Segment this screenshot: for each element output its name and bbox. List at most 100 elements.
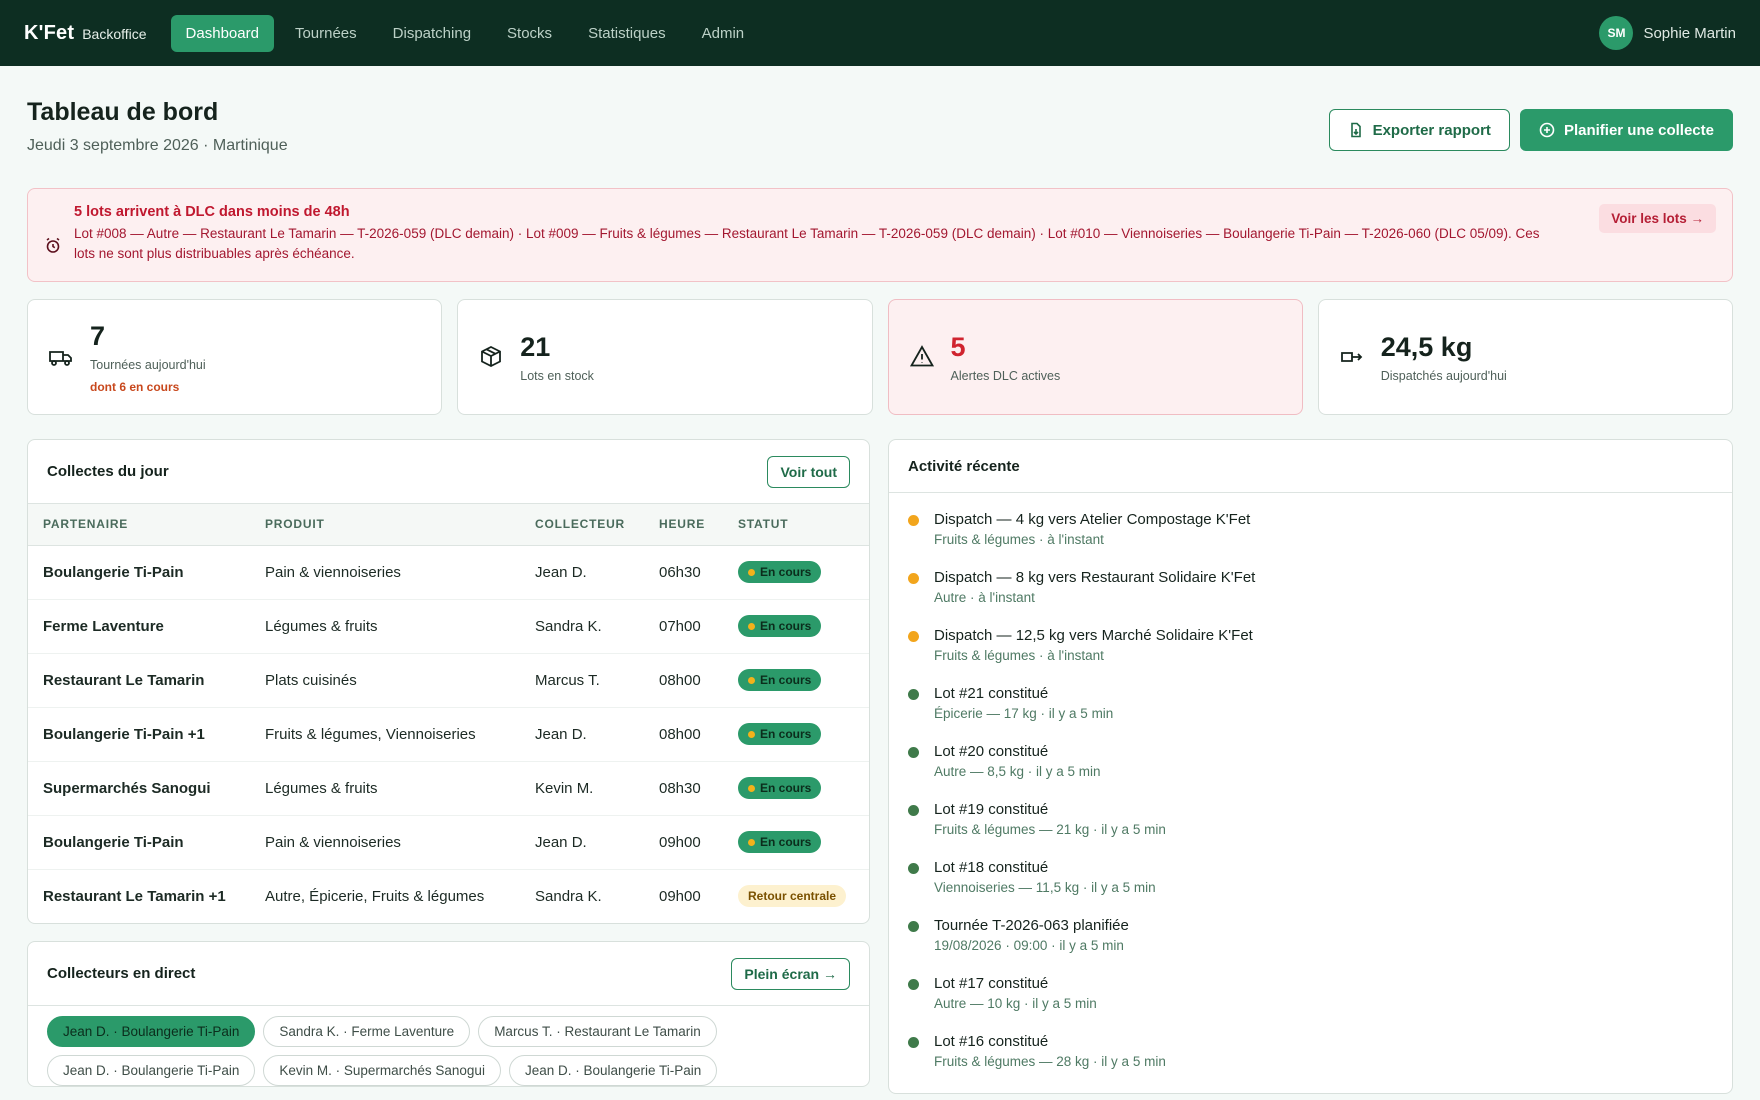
collector-chip[interactable]: Marcus T. · Restaurant Le Tamarin (478, 1016, 717, 1047)
see-all-button[interactable]: Voir tout (767, 455, 850, 488)
table-row[interactable]: Boulangerie Ti-Pain Pain & viennoiseries J… (28, 545, 869, 600)
column-header[interactable]: COLLECTEUR (520, 504, 644, 546)
activity-meta: Viennoiseries — 11,5 kg · il y a 5 min (934, 880, 1156, 895)
status-cell: En cours (723, 545, 869, 600)
brand[interactable]: K'Fet Backoffice (24, 22, 147, 45)
nav-admin[interactable]: Admin (687, 15, 760, 52)
activity-title-text: Lot #19 constitué (934, 801, 1049, 818)
alert-text: Lot #008 — Autre — Restaurant Le Tamarin… (74, 226, 1540, 261)
product-cell: Plats cuisinés (250, 653, 520, 708)
time-cell: 08h00 (644, 707, 723, 762)
page-header: Tableau de bord Jeudi 3 septembre 2026 ·… (27, 66, 1733, 181)
collector-cell: Jean D. (520, 815, 644, 870)
brand-subtitle: Backoffice (82, 25, 147, 42)
status-label: En cours (760, 673, 812, 687)
collector-cell: Kevin M. (520, 761, 644, 816)
kpi-value: 24,5 kg (1380, 331, 1473, 362)
status-dot (748, 730, 755, 738)
user-menu[interactable]: SM Sophie Martin (1599, 16, 1736, 50)
status-badge: En cours (738, 777, 822, 799)
activity-meta: Fruits & légumes — 21 kg · il y a 5 min (934, 822, 1166, 837)
table-row[interactable]: Supermarchés Sanogui Légumes & fruits Kevi… (28, 761, 869, 816)
activity-title-text: Dispatch — 4 kg vers Atelier Compostage … (934, 511, 1251, 528)
time-cell: 06h30 (644, 545, 723, 600)
activity-item[interactable]: Lot #20 constitué Autre — 8,5 kg · il y a… (908, 725, 1713, 783)
status-cell: En cours (723, 599, 869, 654)
activity-title: Activité récente (908, 457, 1020, 475)
kpi-label: Lots en stock (520, 368, 594, 383)
product-cell: Légumes & fruits (250, 761, 520, 816)
activity-item[interactable]: Dispatch — 4 kg vers Atelier Compostage … (908, 493, 1713, 551)
kpi-stock: 21 Lots en stock (457, 299, 873, 415)
activity-item[interactable]: Tournée T-2026-063 planifiée 19/08/2026 ·… (908, 899, 1713, 957)
activity-item[interactable]: Lot #19 constitué Fruits & légumes — 21 k… (908, 783, 1713, 841)
table-header-row: PARTENAIRE PRODUIT COLLECTEUR HEURE STAT… (28, 504, 869, 546)
partner-cell: Restaurant Le Tamarin (28, 653, 250, 708)
activity-title-text: Lot #17 constitué (934, 975, 1049, 992)
truck-icon (49, 351, 72, 366)
nav-tournees[interactable]: Tournées (280, 15, 372, 52)
collections-table: PARTENAIRE PRODUIT COLLECTEUR HEURE STAT… (28, 504, 869, 923)
collector-chip[interactable]: Jean D. · Boulangerie Ti-Pain (508, 1055, 718, 1086)
nav-dispatching[interactable]: Dispatching (378, 15, 486, 52)
live-collectors-title: Collecteurs en direct (47, 965, 196, 982)
dispatch-arrow-icon (1340, 352, 1363, 362)
time-cell: 09h00 (644, 815, 723, 870)
activity-item[interactable]: Lot #21 constitué Épicerie — 17 kg · il y… (908, 667, 1713, 725)
kpi-label: Tournées aujourd'hui (90, 357, 206, 372)
activity-item[interactable]: Lot #18 constitué Viennoiseries — 11,5 kg… (908, 841, 1713, 899)
collections-header: Collectes du jour Voir tout (28, 440, 869, 504)
activity-dot (908, 631, 919, 642)
collector-chip[interactable]: Sandra K. · Ferme Laventure (263, 1016, 471, 1047)
column-header[interactable]: PRODUIT (250, 504, 520, 546)
activity-title-text: Tournée T-2026-063 planifiée (934, 917, 1129, 934)
dlc-alert: 5 lots arrivent à DLC dans moins de 48h … (27, 188, 1733, 282)
collector-chip[interactable]: Jean D. · Boulangerie Ti-Pain (47, 1055, 256, 1086)
table-row[interactable]: Ferme Laventure Légumes & fruits Sandra K.… (28, 599, 869, 654)
nav-stocks[interactable]: Stocks (492, 15, 567, 52)
activity-item[interactable]: Lot #16 constitué Fruits & légumes — 28 k… (908, 1015, 1713, 1073)
column-header[interactable]: PARTENAIRE (28, 504, 250, 546)
status-badge: En cours (738, 831, 822, 853)
header-actions: Exporter rapport Planifier une collecte (1328, 109, 1733, 151)
avatar: SM (1599, 16, 1634, 50)
fullscreen-button[interactable]: Plein écran → (731, 957, 850, 990)
column-header[interactable]: HEURE (644, 504, 723, 546)
table-row[interactable]: Restaurant Le Tamarin Plats cuisinés Marcu… (28, 653, 869, 708)
status-dot (748, 676, 755, 684)
status-badge: En cours (738, 561, 822, 583)
kpi-dispatched: 24,5 kg Dispatchés aujourd'hui (1317, 299, 1733, 415)
live-collectors-card: Collecteurs en direct Plein écran → Jean… (27, 941, 870, 1087)
activity-item[interactable]: Lot #17 constitué Autre — 10 kg · il y a … (908, 957, 1713, 1015)
nav-dashboard[interactable]: Dashboard (170, 14, 274, 52)
status-label: Retour centrale (748, 889, 837, 904)
status-cell: En cours (723, 761, 869, 816)
partner-cell: Ferme Laventure (28, 599, 250, 654)
status-label: En cours (760, 619, 812, 633)
collector-chips: Jean D. · Boulangerie Ti-Pain Sandra K. ·… (28, 1006, 869, 1086)
table-row[interactable]: Boulangerie Ti-Pain Pain & viennoiseries J… (28, 815, 869, 870)
table-row[interactable]: Restaurant Le Tamarin +1 Autre, Épicerie,… (28, 869, 869, 923)
live-collectors-header: Collecteurs en direct Plein écran → (28, 942, 869, 1006)
nav-statistiques[interactable]: Statistiques (573, 15, 681, 52)
collections-title: Collectes du jour (47, 463, 169, 480)
collector-chip[interactable]: Jean D. · Boulangerie Ti-Pain (47, 1016, 256, 1047)
view-lots-button[interactable]: Voir les lots → (1599, 204, 1716, 233)
activity-title-text: Lot #20 constitué (934, 743, 1049, 760)
activity-dot (908, 863, 919, 874)
time-cell: 09h00 (659, 887, 701, 905)
activity-card: Activité récente Dispatch — 4 kg vers At… (888, 439, 1733, 1094)
status-label: En cours (760, 565, 812, 579)
table-row[interactable]: Boulangerie Ti-Pain +1 Fruits & légumes, … (28, 707, 869, 762)
plan-collection-label: Planifier une collecte (1563, 121, 1714, 139)
collector-chip[interactable]: Kevin M. · Supermarchés Sanogui (263, 1055, 501, 1086)
activity-dot (908, 805, 919, 816)
plan-collection-button[interactable]: Planifier une collecte (1519, 109, 1733, 151)
status-badge: En cours (738, 723, 822, 745)
column-header[interactable]: STATUT (723, 504, 869, 546)
collector-cell: Jean D. (520, 707, 644, 762)
activity-item[interactable]: Dispatch — 12,5 kg vers Marché Solidaire… (908, 609, 1713, 667)
export-report-button[interactable]: Exporter rapport (1328, 109, 1510, 151)
activity-item[interactable]: Dispatch — 8 kg vers Restaurant Solidair… (908, 551, 1713, 609)
product-cell: Autre, Épicerie, Fruits & légumes (265, 887, 485, 905)
